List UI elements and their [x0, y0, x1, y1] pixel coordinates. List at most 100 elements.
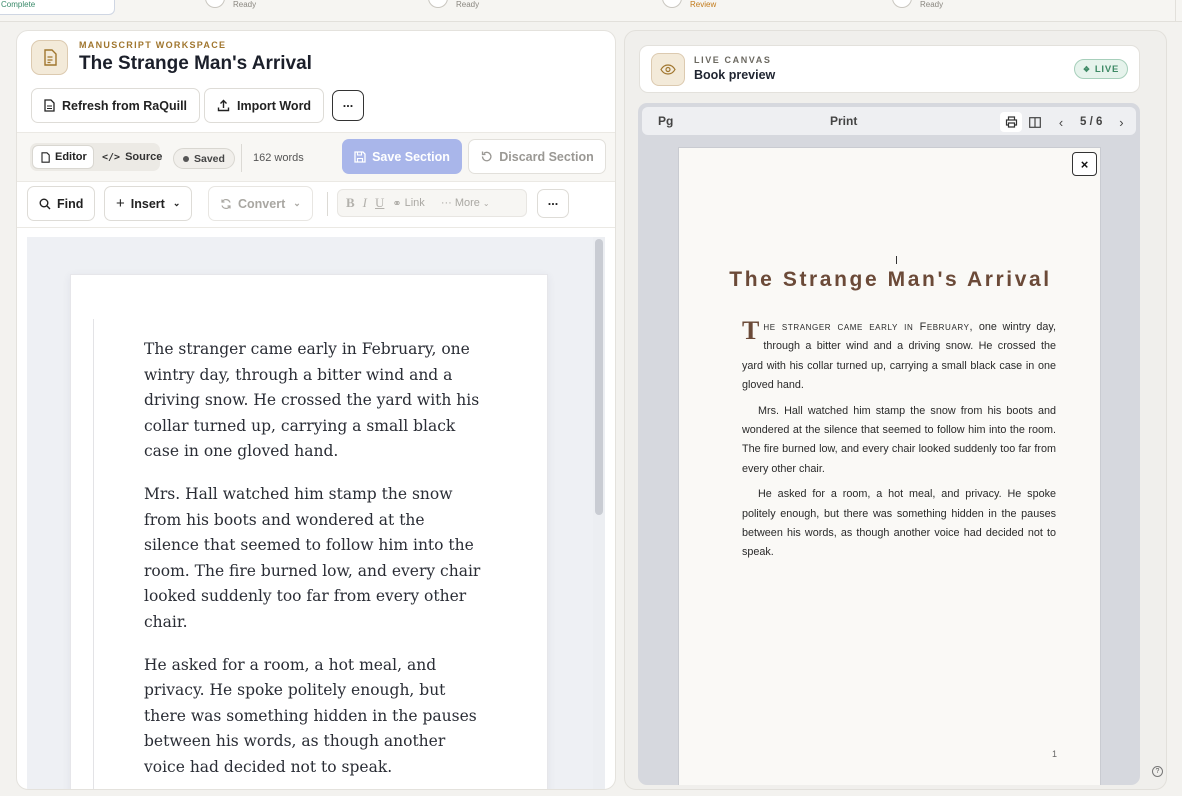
book-preview-viewer: Pg Print ‹ 5 / 6 › × The Strange Man's A…: [638, 103, 1140, 785]
more-actions-button[interactable]: ...: [332, 90, 364, 121]
page-number: 1: [1052, 749, 1058, 759]
save-section-button[interactable]: Save Section: [342, 139, 462, 174]
underline-button[interactable]: U: [375, 195, 384, 211]
tab-editor[interactable]: Editor: [32, 145, 94, 169]
upload-icon: [217, 99, 230, 112]
canvas-header: LIVE CANVAS Book preview ❖ LIVE: [639, 45, 1140, 93]
status-badge: Saved: [173, 148, 235, 169]
divider: [241, 144, 242, 172]
tab-source[interactable]: </> Source: [102, 145, 162, 169]
step-circle-icon: [205, 0, 225, 8]
refresh-from-raquill-button[interactable]: Refresh from RaQuill: [31, 88, 201, 123]
more-label: More: [454, 197, 480, 209]
insert-dropdown[interactable]: + Insert ⌄: [104, 186, 193, 221]
print-button[interactable]: [1000, 112, 1022, 132]
live-label: LIVE: [1094, 63, 1120, 75]
preview-paragraph: He asked for a room, a hot meal, and pri…: [742, 488, 1056, 559]
convert-label: Convert: [238, 196, 286, 211]
editor-page[interactable]: The stranger came early in February, one…: [70, 274, 548, 789]
preview-chapter-title: The Strange Man's Arrival: [729, 268, 1052, 291]
divider: [1175, 0, 1176, 22]
next-page-button[interactable]: ›: [1108, 112, 1134, 132]
manuscript-workspace-panel: MANUSCRIPT WORKSPACE The Strange Man's A…: [16, 30, 616, 790]
italic-button[interactable]: I: [363, 195, 367, 211]
paragraph[interactable]: Mrs. Hall watched him stamp the snow fro…: [144, 482, 484, 636]
divider: [17, 227, 615, 228]
link-label: Link: [404, 197, 425, 209]
discard-section-label: Discard Section: [499, 149, 594, 164]
find-button[interactable]: Find: [27, 186, 96, 221]
word-count: 162 words: [253, 152, 304, 164]
step-status: Review: [690, 0, 717, 9]
editor-canvas: The stranger came early in February, one…: [27, 237, 605, 789]
page-indicator: 5 / 6: [1080, 116, 1103, 128]
more-format-button[interactable]: ··· More ⌄: [441, 197, 490, 209]
step-status: Ready: [233, 0, 257, 9]
import-label: Import Word: [237, 98, 312, 113]
convert-dropdown[interactable]: Convert ⌄: [208, 186, 313, 221]
live-badge: ❖ LIVE: [1074, 59, 1128, 79]
tab-editor-label: Editor: [55, 151, 87, 163]
viewer-tools: ‹ 5 / 6 ›: [1000, 112, 1134, 132]
close-button[interactable]: ×: [1072, 152, 1097, 176]
book-spread-icon: [1029, 116, 1041, 128]
broadcast-icon: ❖: [1082, 64, 1091, 74]
help-icon[interactable]: ?: [1152, 766, 1163, 777]
step-item[interactable]: Ready: [205, 0, 256, 9]
canvas-title: Book preview: [694, 68, 776, 82]
step-complete-tab[interactable]: Complete: [0, 0, 115, 15]
import-word-button[interactable]: Import Word: [204, 88, 325, 123]
chevron-down-icon: ⌄: [293, 198, 301, 208]
editor-text[interactable]: The stranger came early in February, one…: [144, 337, 484, 789]
step-circle-icon: [428, 0, 448, 8]
saved-label: Saved: [194, 152, 225, 165]
printer-icon: [1005, 116, 1017, 128]
spread-view-button[interactable]: [1022, 112, 1048, 132]
divider: [327, 192, 328, 216]
viewer-mode-label: Print: [830, 114, 858, 128]
chevron-left-icon: ‹: [1058, 114, 1064, 130]
document-icon: [44, 99, 55, 112]
preview-paragraph: Mrs. Hall watched him stamp the snow fro…: [742, 404, 1056, 475]
discard-section-button[interactable]: Discard Section: [468, 139, 606, 174]
preview-page: × The Strange Man's Arrival The stranger…: [678, 147, 1101, 785]
viewer-left-label: Pg: [658, 114, 674, 128]
bold-button[interactable]: B: [346, 195, 355, 211]
overflow-label: ...: [547, 193, 559, 208]
paragraph[interactable]: The stranger came early in February, one…: [144, 337, 484, 465]
eye-icon: [651, 53, 685, 86]
chevron-down-icon: ⌄: [172, 198, 181, 208]
save-section-label: Save Section: [372, 149, 450, 164]
document-icon: [41, 151, 50, 163]
preview-body: The stranger came early in February, one…: [742, 318, 1056, 569]
workflow-steps-bar: Complete Ready Ready Review Ready: [0, 0, 1182, 22]
step-status: Ready: [456, 0, 480, 9]
more-actions-label: ...: [342, 95, 354, 110]
drop-cap: T: [742, 316, 760, 345]
document-icon: [31, 40, 68, 75]
divider: [17, 181, 615, 182]
scrollbar-thumb[interactable]: [595, 239, 603, 515]
refresh-icon: [221, 198, 231, 209]
canvas-eyebrow: LIVE CANVAS: [694, 55, 772, 65]
plus-icon: +: [116, 195, 125, 212]
saved-dot-icon: [183, 155, 189, 162]
insert-label: Insert: [130, 196, 165, 211]
text-cursor-mark: [896, 256, 897, 264]
step-item[interactable]: Review: [662, 0, 716, 9]
find-label: Find: [57, 196, 84, 211]
search-icon: [39, 198, 51, 209]
link-button[interactable]: ⚭ Link: [392, 197, 424, 210]
step-complete-label: Complete: [1, 0, 36, 9]
code-icon: </>: [102, 151, 121, 163]
margin-rule: [93, 319, 94, 789]
toolbar-overflow-button[interactable]: ...: [537, 189, 569, 218]
dots-icon: ···: [440, 197, 452, 209]
prev-page-button[interactable]: ‹: [1048, 112, 1074, 132]
paragraph[interactable]: He asked for a room, a hot meal, and pri…: [144, 653, 484, 781]
viewer-toolbar: Pg Print ‹ 5 / 6 ›: [642, 107, 1136, 135]
step-item[interactable]: Ready: [892, 0, 943, 9]
step-circle-icon: [662, 0, 682, 8]
step-circle-icon: [892, 0, 912, 8]
step-item[interactable]: Ready: [428, 0, 479, 9]
